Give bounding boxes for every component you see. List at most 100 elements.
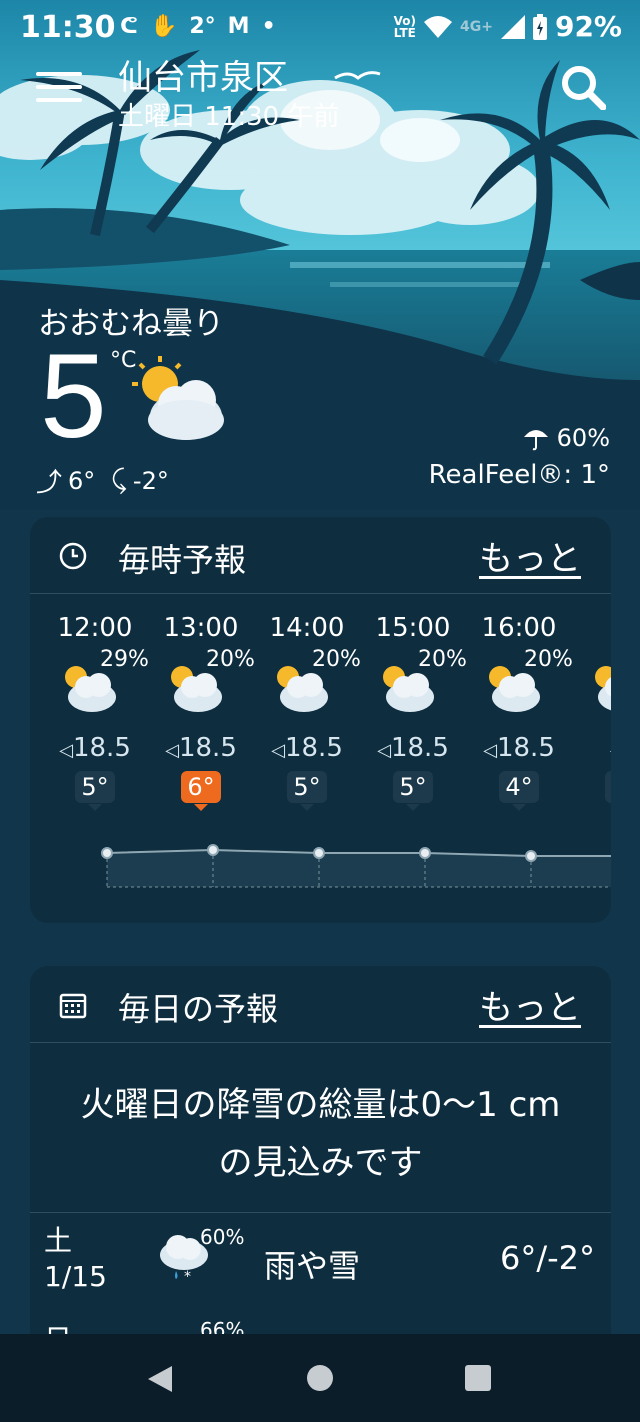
arrow-up-icon: ⤴ [36, 468, 63, 498]
snow-alert-text: 火曜日の降雪の総量は0〜1 cm の見込みです [80, 1085, 561, 1183]
hour-wind-speed: 18.5 [72, 733, 131, 763]
hour-weather: 20% [272, 647, 361, 712]
menu-bar [36, 85, 82, 89]
hour-weather [590, 651, 611, 711]
wind-direction-icon: ◁ [165, 740, 179, 761]
wind-direction-icon: ◁ [59, 740, 73, 761]
hourly-item[interactable]: 15:00 20% ◁18.5 5° [360, 613, 467, 811]
arrow-down-icon: ⤹ [111, 465, 127, 495]
daily-header: 毎日の予報 もっと [30, 966, 611, 1043]
clock-icon [59, 542, 87, 570]
temp-point [207, 844, 219, 856]
hour-time: 13:00 [163, 613, 239, 643]
daily-temps: 6°/-2° [499, 1239, 595, 1277]
hour-precip: 29% [100, 647, 149, 672]
hourly-more-link[interactable]: もっと [479, 531, 581, 580]
umbrella-icon [523, 430, 548, 451]
hour-weather: 20% [484, 647, 573, 712]
notif-temperature: 2° [189, 14, 216, 39]
menu-bar [36, 72, 82, 76]
hour-temp-wrap: 6° [148, 771, 254, 811]
precipitation: 60% [523, 424, 610, 452]
location-name[interactable]: 仙台市泉区 [118, 50, 288, 99]
hour-wind: ◁1 [572, 733, 611, 763]
partly-cloudy-icon [132, 356, 224, 440]
precip-value: 60% [556, 424, 610, 452]
daily-more-link[interactable]: もっと [479, 980, 581, 1029]
hour-temp: 5 [605, 771, 611, 803]
temp-point [101, 847, 113, 859]
temp-point [525, 850, 537, 862]
hour-wind: ◁18.5 [254, 733, 360, 763]
volte-top: Vo) [393, 13, 416, 28]
back-icon[interactable] [146, 1364, 174, 1394]
footprints-icon: ᕦ [120, 14, 138, 39]
calendar-icon [59, 993, 87, 1019]
hour-temp: 5° [75, 771, 115, 803]
hourly-header: 毎時予報 もっと [30, 517, 611, 594]
battery-icon [532, 13, 547, 40]
daily-desc: 雨や雪 [264, 1247, 361, 1285]
menu-button[interactable] [36, 72, 82, 104]
snow-alert-message: 火曜日の降雪の総量は0〜1 cm の見込みです [30, 1076, 611, 1192]
volte-icon: Vo) LTE [394, 15, 416, 39]
hour-time: 12:00 [57, 613, 133, 643]
hour-temp: 5° [287, 771, 327, 803]
signal-icon [500, 14, 525, 39]
svg-text:*: * [184, 1269, 191, 1285]
hand-icon: ✋ [149, 14, 178, 39]
volte-bottom: LTE [393, 25, 416, 40]
partly-cloudy-icon [595, 666, 611, 711]
current-temperature: 5 [40, 329, 107, 463]
hour-wind: ◁18.5 [42, 733, 148, 763]
hourly-item[interactable]: 13:00 20% ◁18.5 6° [148, 613, 255, 811]
wind-direction-icon: ◁ [610, 740, 611, 761]
hour-temp-wrap: 5° [360, 771, 466, 811]
hour-precip: 20% [418, 647, 467, 672]
recents-icon[interactable] [464, 1364, 492, 1392]
hour-weather: 20% [166, 647, 255, 712]
hour-time: 14:00 [269, 613, 345, 643]
status-indicators: Vo) LTE 4G+ 92% [394, 10, 622, 43]
hourly-item[interactable]: 12:00 29% ◁18.5 5° [42, 613, 149, 811]
temp-point [419, 847, 431, 859]
hour-time: 17 [572, 613, 611, 643]
hour-temp-wrap: 5° [254, 771, 360, 811]
hour-wind-speed: 18.5 [496, 733, 555, 763]
daily-forecast-card: 毎日の予報 もっと 火曜日の降雪の総量は0〜1 cm の見込みです 土 1/15… [30, 966, 611, 1386]
hour-precip: 20% [524, 647, 573, 672]
hour-temp-wrap: 5° [42, 771, 148, 811]
menu-bar [36, 98, 82, 102]
wind-direction-icon: ◁ [271, 740, 285, 761]
daily-date: 1/15 [44, 1260, 107, 1293]
hour-wind-speed: 18.5 [390, 733, 449, 763]
daily-day: 土 1/15 [44, 1223, 107, 1295]
home-icon[interactable] [306, 1364, 334, 1392]
hour-wind: ◁18.5 [360, 733, 466, 763]
hour-wind: ◁18.5 [466, 733, 572, 763]
hour-temp: 5° [393, 771, 433, 803]
location-datetime: 土曜日 11:30 午前 [118, 102, 340, 132]
daily-dow: 土 [44, 1224, 73, 1257]
wifi-icon [424, 15, 452, 38]
hourly-item[interactable]: 16:00 20% ◁18.5 4° [466, 613, 573, 811]
network-type: 4G+ [460, 18, 493, 35]
search-icon[interactable] [560, 64, 606, 110]
hour-wind: ◁18.5 [148, 733, 254, 763]
hour-temp-wrap: 4° [466, 771, 572, 811]
hour-temp: 4° [499, 771, 539, 803]
notification-icons: ᕦ ✋ 2° M • [120, 14, 276, 39]
hourly-item[interactable]: 14:00 20% ◁18.5 5° [254, 613, 361, 811]
system-nav-bar [0, 1334, 640, 1422]
realfeel: RealFeel®: 1° [428, 460, 610, 490]
daily-title: 毎日の予報 [118, 990, 279, 1028]
hourly-item[interactable]: 17 ◁1 5 [572, 613, 611, 811]
daily-row[interactable]: 土 1/15 * 60% 雨や雪 6°/-2° [30, 1212, 611, 1303]
low-temp: -2° [132, 466, 169, 495]
hourly-temp-chart [101, 844, 611, 888]
hour-weather: 29% [60, 647, 149, 712]
gmail-icon: M [227, 14, 250, 39]
high-low: ⤴ 6° ⤹ -2° [36, 462, 169, 499]
hour-time: 15:00 [375, 613, 451, 643]
temp-point [313, 847, 325, 859]
